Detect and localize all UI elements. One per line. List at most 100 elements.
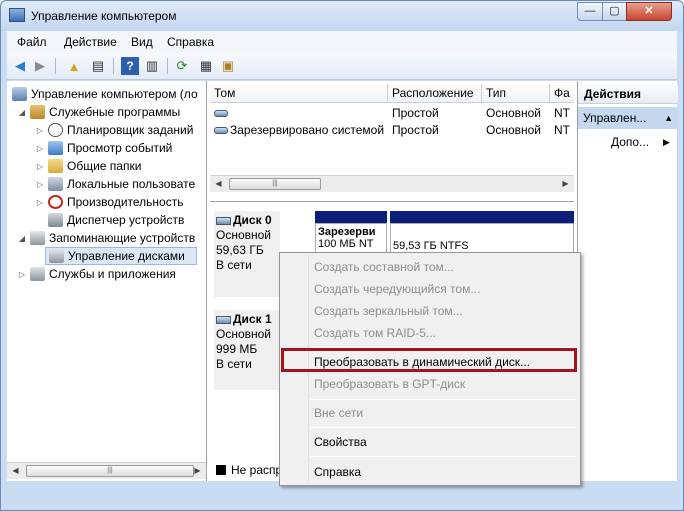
title-bar[interactable]: Управление компьютером — ▢ ✕ bbox=[1, 1, 683, 31]
menu-item-create-spanned[interactable]: Создать составной том... bbox=[282, 256, 578, 278]
tree-item-devices[interactable]: Диспетчер устройств bbox=[45, 211, 184, 229]
computer-management-icon bbox=[9, 8, 25, 22]
window-title: Управление компьютером bbox=[31, 9, 177, 23]
menu-file[interactable]: Файл bbox=[17, 35, 47, 49]
tree-horizontal-scrollbar[interactable]: ◀ ||| ▶ bbox=[7, 462, 206, 479]
expand-arrow-icon[interactable]: ▷ bbox=[35, 144, 45, 153]
disk-status: В сети bbox=[216, 357, 252, 371]
menu-item-create-mirrored[interactable]: Создать зеркальный том... bbox=[282, 300, 578, 322]
tree-item-label: Локальные пользовате bbox=[67, 177, 196, 191]
scroll-right-icon[interactable]: ▶ bbox=[189, 463, 206, 479]
expand-arrow-icon[interactable]: ▷ bbox=[35, 180, 45, 189]
show-hide-action-pane-icon[interactable]: ▥ bbox=[143, 57, 161, 75]
tree-item-users[interactable]: ▷ Локальные пользовате bbox=[35, 175, 195, 193]
actions-more-label: Допо... bbox=[611, 135, 650, 149]
legend: Не распр bbox=[216, 463, 282, 477]
scroll-thumb[interactable]: ||| bbox=[229, 178, 321, 190]
menu-separator bbox=[310, 456, 576, 457]
disk-settings-icon[interactable]: ▣ bbox=[219, 57, 237, 75]
volume-type: Основной bbox=[486, 106, 542, 120]
menu-view[interactable]: Вид bbox=[131, 35, 153, 49]
tree-item-label: Службы и приложения bbox=[49, 267, 176, 281]
toolbar-separator bbox=[167, 58, 168, 74]
disk-status: В сети bbox=[216, 258, 252, 272]
column-header-layout[interactable]: Расположение bbox=[388, 84, 482, 103]
volume-name bbox=[214, 105, 230, 121]
partition-bar bbox=[390, 211, 574, 223]
menu-item-help[interactable]: Справка bbox=[282, 461, 578, 483]
tree-item-label: Управление компьютером (ло bbox=[31, 87, 198, 101]
forward-arrow-icon[interactable]: ▶ bbox=[31, 57, 49, 75]
scroll-right-icon[interactable]: ▶ bbox=[557, 176, 574, 192]
tree-item-scheduler[interactable]: ▷ Планировщик заданий bbox=[35, 121, 193, 139]
show-hide-tree-icon[interactable]: ▤ bbox=[89, 57, 107, 75]
scroll-thumb[interactable]: ||| bbox=[26, 465, 194, 477]
scroll-left-icon[interactable]: ◀ bbox=[7, 463, 24, 479]
column-header-volume[interactable]: Том bbox=[210, 84, 388, 103]
collapse-arrow-icon[interactable]: ◢ bbox=[17, 108, 27, 117]
menu-separator bbox=[310, 399, 576, 400]
volume-layout: Простой bbox=[392, 123, 439, 137]
maximize-button[interactable]: ▢ bbox=[602, 2, 627, 21]
refresh-icon[interactable]: ⟳ bbox=[173, 57, 191, 75]
expand-arrow-icon[interactable]: ▷ bbox=[35, 126, 45, 135]
disk-type: Основной bbox=[216, 228, 272, 242]
back-arrow-icon[interactable]: ◀ bbox=[11, 57, 29, 75]
column-header-fs[interactable]: Фа bbox=[550, 84, 574, 103]
actions-more-item[interactable]: Допо... ▶ bbox=[578, 133, 678, 151]
menu-bar: Файл Действие Вид Справка bbox=[7, 31, 677, 53]
tree-item-utilities[interactable]: ◢ Служебные программы bbox=[17, 103, 180, 121]
tree-item-services[interactable]: ▷ Службы и приложения bbox=[17, 265, 176, 283]
storage-icon bbox=[30, 231, 45, 245]
tree-item-label: Просмотр событий bbox=[67, 141, 173, 155]
menu-item-create-raid5[interactable]: Создать том RAID-5... bbox=[282, 322, 578, 344]
tree-item-label: Управление дисками bbox=[68, 249, 185, 263]
expand-arrow-icon[interactable]: ▷ bbox=[35, 198, 45, 207]
device-manager-icon bbox=[48, 213, 63, 227]
expand-arrow-icon[interactable]: ▷ bbox=[17, 270, 27, 279]
volume-fs: NT bbox=[554, 123, 570, 137]
volume-horizontal-scrollbar[interactable]: ◀ ||| ▶ bbox=[210, 175, 574, 192]
tree-item-label: Планировщик заданий bbox=[67, 123, 194, 137]
menu-item-properties[interactable]: Свойства bbox=[282, 431, 578, 453]
disk-1-label[interactable]: Диск 1 Основной 999 МБ В сети bbox=[214, 310, 280, 390]
menu-item-create-striped[interactable]: Создать чередующийся том... bbox=[282, 278, 578, 300]
tree-item-performance[interactable]: ▷ Производительность bbox=[35, 193, 183, 211]
tree-item-shared[interactable]: ▷ Общие папки bbox=[35, 157, 141, 175]
users-icon bbox=[48, 177, 63, 191]
menu-help[interactable]: Справка bbox=[167, 35, 214, 49]
disk-size: 999 МБ bbox=[216, 342, 258, 356]
tree-item-diskmgmt[interactable]: Управление дисками bbox=[45, 247, 197, 265]
minimize-button[interactable]: — bbox=[577, 2, 603, 21]
tree-item-storage[interactable]: ◢ Запоминающие устройств bbox=[17, 229, 195, 247]
tree-item-label: Диспетчер устройств bbox=[67, 213, 185, 227]
disk-0-label[interactable]: Диск 0 Основной 59,63 ГБ В сети bbox=[214, 211, 280, 297]
menu-item-offline[interactable]: Вне сети bbox=[282, 402, 578, 424]
tree-item-root[interactable]: Управление компьютером (ло bbox=[9, 85, 198, 103]
actions-pane: Действия Управлен... ▲ Допо... ▶ bbox=[577, 81, 678, 481]
up-folder-icon[interactable]: ▲ bbox=[65, 57, 83, 75]
close-button[interactable]: ✕ bbox=[626, 2, 672, 21]
tools-icon bbox=[30, 105, 45, 119]
tree-item-events[interactable]: ▷ Просмотр событий bbox=[35, 139, 172, 157]
legend-label-unallocated: Не распр bbox=[231, 463, 283, 477]
volume-icon bbox=[214, 126, 228, 134]
expand-arrow-icon[interactable]: ▷ bbox=[35, 162, 45, 171]
disk-size: 59,63 ГБ bbox=[216, 243, 264, 257]
volume-name: Зарезервировано системой bbox=[214, 122, 384, 138]
properties-icon[interactable]: ▦ bbox=[197, 57, 215, 75]
menu-action[interactable]: Действие bbox=[64, 35, 117, 49]
scroll-left-icon[interactable]: ◀ bbox=[210, 176, 227, 192]
actions-section-selected[interactable]: Управлен... ▲ bbox=[578, 107, 678, 129]
partition-bar bbox=[315, 211, 387, 223]
menu-item-convert-gpt[interactable]: Преобразовать в GPT-диск bbox=[282, 373, 578, 395]
disk-icon bbox=[216, 216, 231, 225]
collapse-arrow-icon[interactable]: ◢ bbox=[17, 234, 27, 243]
volume-layout: Простой bbox=[392, 106, 439, 120]
collapse-triangle-icon[interactable]: ▲ bbox=[664, 107, 678, 129]
toolbar-separator bbox=[113, 58, 114, 74]
help-icon[interactable]: ? bbox=[121, 57, 139, 75]
volume-fs: NT bbox=[554, 106, 570, 120]
menu-separator bbox=[310, 427, 576, 428]
column-header-type[interactable]: Тип bbox=[482, 84, 550, 103]
